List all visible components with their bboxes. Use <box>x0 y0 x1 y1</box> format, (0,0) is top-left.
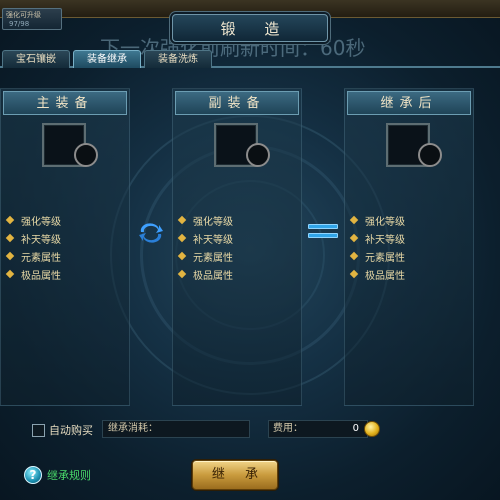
attribute-label: 补天等级 <box>365 234 405 246</box>
secondary-equipment-panel: 副装备 强化等级 补天等级 元素属性 极品属性 <box>172 88 302 406</box>
inherit-rules-link[interactable]: ? 继承规则 <box>24 466 91 484</box>
auto-buy-checkbox[interactable] <box>32 423 45 437</box>
equals-bar <box>308 224 338 229</box>
secondary-equipment-title: 副装备 <box>175 91 299 115</box>
inherit-rules-label[interactable]: 继承规则 <box>47 467 91 483</box>
attribute-row: 强化等级 <box>173 211 301 229</box>
tab-equipment-inherit[interactable]: 装备继承 <box>73 50 141 68</box>
tab-equipment-refine[interactable]: 装备洗炼 <box>144 50 212 68</box>
inherit-button[interactable]: 继 承 <box>192 460 278 490</box>
auto-buy-option[interactable]: 自动购买 <box>32 422 93 438</box>
swap-arrows-svg <box>139 223 163 243</box>
top-mini-line2: 97/98 <box>9 20 30 28</box>
top-mini-panel: 强化可升级 97/98 <box>2 8 62 30</box>
equals-icon <box>308 222 338 240</box>
question-mark-icon[interactable]: ? <box>24 466 42 484</box>
attribute-label: 元素属性 <box>365 252 405 264</box>
diamond-bullet-icon <box>5 269 15 279</box>
diamond-bullet-icon <box>349 233 359 243</box>
attribute-row: 强化等级 <box>1 211 129 229</box>
diamond-bullet-icon <box>177 269 187 279</box>
attribute-label: 极品属性 <box>21 270 61 282</box>
tab-gem-inlay[interactable]: 宝石镶嵌 <box>2 50 70 68</box>
diamond-bullet-icon <box>177 251 187 261</box>
diamond-bullet-icon <box>177 233 187 243</box>
fee-value: 0 <box>352 423 359 434</box>
diamond-bullet-icon <box>349 251 359 261</box>
inherited-result-panel: 继承后 强化等级 补天等级 元素属性 极品属性 <box>344 88 474 406</box>
attribute-label: 补天等级 <box>193 234 233 246</box>
tab-bar: 宝石镶嵌 装备继承 装备洗炼 <box>0 50 500 68</box>
fee-field: 费用： 0 <box>268 420 368 438</box>
top-mini-line1: 强化可升级 <box>6 11 41 19</box>
diamond-bullet-icon <box>5 251 15 261</box>
attribute-row: 元素属性 <box>345 247 473 265</box>
attribute-row: 极品属性 <box>345 265 473 283</box>
attribute-label: 强化等级 <box>193 216 233 228</box>
inherit-cost-label: 继承消耗： <box>108 423 158 434</box>
window-title: 锻 造 <box>220 19 292 38</box>
attribute-row: 元素属性 <box>1 247 129 265</box>
diamond-bullet-icon <box>177 215 187 225</box>
main-equipment-panel: 主装备 强化等级 补天等级 元素属性 极品属性 <box>0 88 130 406</box>
window-title-plate: 锻 造 <box>172 14 328 42</box>
fee-label: 费用： <box>273 423 303 434</box>
main-equipment-gem-socket[interactable] <box>74 143 98 167</box>
attribute-row: 补天等级 <box>1 229 129 247</box>
attribute-row: 补天等级 <box>173 229 301 247</box>
inherited-result-title: 继承后 <box>347 91 471 115</box>
main-equipment-title: 主装备 <box>3 91 127 115</box>
auto-buy-label: 自动购买 <box>49 424 93 437</box>
attribute-row: 强化等级 <box>345 211 473 229</box>
attribute-label: 元素属性 <box>21 252 61 264</box>
attribute-row: 补天等级 <box>345 229 473 247</box>
attribute-label: 元素属性 <box>193 252 233 264</box>
attribute-row: 极品属性 <box>1 265 129 283</box>
equals-bar <box>308 233 338 238</box>
attribute-row: 极品属性 <box>173 265 301 283</box>
secondary-equipment-gem-socket[interactable] <box>246 143 270 167</box>
swap-arrows-icon <box>137 222 165 244</box>
diamond-bullet-icon <box>5 215 15 225</box>
attribute-label: 强化等级 <box>365 216 405 228</box>
inherited-result-gem-socket[interactable] <box>418 143 442 167</box>
gold-coin-icon <box>364 421 380 437</box>
attribute-label: 极品属性 <box>193 270 233 282</box>
attribute-row: 元素属性 <box>173 247 301 265</box>
attribute-label: 强化等级 <box>21 216 61 228</box>
attribute-label: 补天等级 <box>21 234 61 246</box>
diamond-bullet-icon <box>349 269 359 279</box>
diamond-bullet-icon <box>349 215 359 225</box>
diamond-bullet-icon <box>5 233 15 243</box>
inherit-cost-field: 继承消耗： <box>102 420 250 438</box>
attribute-label: 极品属性 <box>365 270 405 282</box>
